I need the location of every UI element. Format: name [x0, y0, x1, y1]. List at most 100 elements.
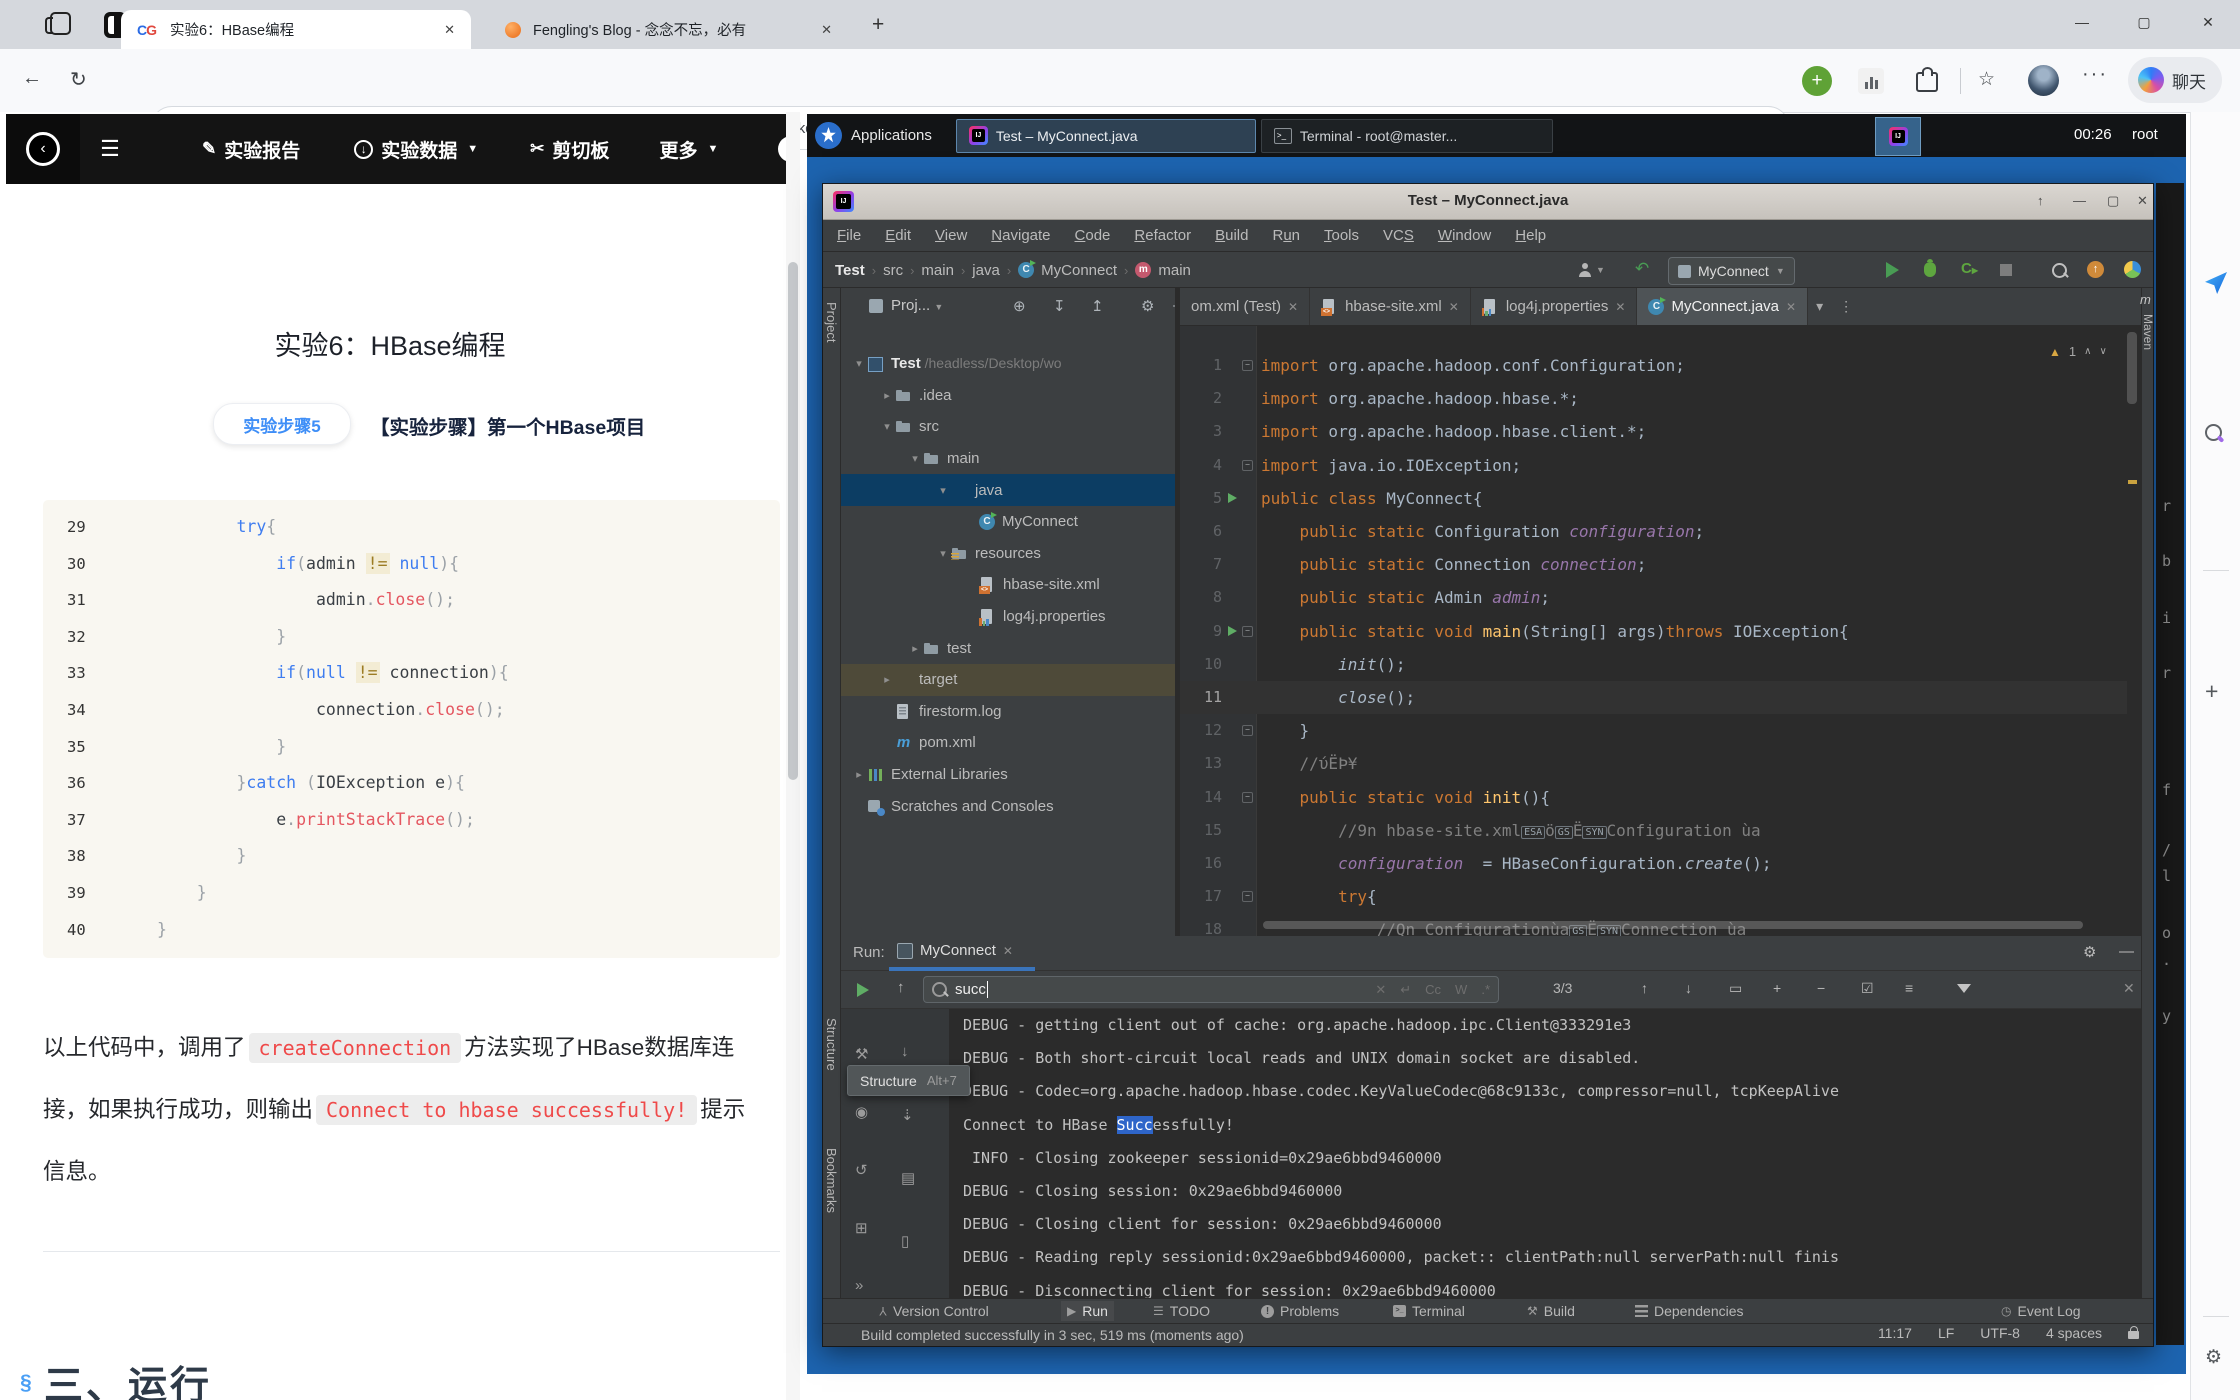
- toolwindow-structure-tab[interactable]: Structure: [824, 1018, 839, 1071]
- sidebar-search-icon[interactable]: [2205, 424, 2222, 441]
- nav-report-button[interactable]: ✎ 实验报告: [202, 136, 300, 163]
- bottom-tab-terminal[interactable]: >_ Terminal: [1387, 1301, 1471, 1321]
- regex-icon[interactable]: .*: [1481, 982, 1490, 997]
- window-close-button[interactable]: ✕: [2178, 0, 2238, 44]
- breadcrumb-item[interactable]: MyConnect: [1041, 262, 1117, 279]
- editor-hscrollbar-thumb[interactable]: [1263, 921, 2083, 929]
- tree-item--idea[interactable]: ▸ .idea: [841, 380, 1175, 412]
- breadcrumb-item[interactable]: main: [1158, 262, 1191, 279]
- breadcrumb-item[interactable]: Test: [835, 262, 865, 279]
- toolwindow-project-tab[interactable]: Project: [824, 302, 839, 342]
- copilot-button[interactable]: 聊天: [2128, 57, 2222, 103]
- menu-window[interactable]: Window: [1438, 227, 1491, 244]
- maven-icon[interactable]: m: [2140, 292, 2151, 307]
- tree-item-scratches-and-consoles[interactable]: Scratches and Consoles: [841, 790, 1175, 822]
- lesson-back-button[interactable]: ‹: [6, 114, 80, 184]
- tree-item-firestorm-log[interactable]: firestorm.log: [841, 696, 1175, 728]
- ide-minimize-button[interactable]: —: [2073, 193, 2086, 208]
- match-case-icon[interactable]: Cc: [1425, 982, 1441, 997]
- code-editor[interactable]: 1− import org.apache.hadoop.conf.Configur…: [1180, 326, 2141, 936]
- nav-more-button[interactable]: 更多 ▼: [659, 136, 718, 163]
- console-tool-icon[interactable]: ⇣: [901, 1106, 914, 1124]
- filter-funnel-icon[interactable]: [1957, 984, 1971, 993]
- readonly-lock-icon[interactable]: [2128, 1326, 2139, 1339]
- tab-close-icon[interactable]: ✕: [1615, 300, 1625, 314]
- fold-icon[interactable]: −: [1242, 459, 1253, 471]
- applications-menu[interactable]: Applications: [851, 127, 932, 144]
- search-clear-icon[interactable]: ✕: [1375, 982, 1386, 998]
- tray-intellij-icon[interactable]: [1875, 117, 1921, 156]
- search-everywhere-icon[interactable]: [2052, 263, 2067, 283]
- taskbar-window-intellij[interactable]: Test – MyConnect.java: [955, 118, 1256, 153]
- run-configuration-select[interactable]: MyConnect ▼: [1668, 257, 1795, 285]
- run-settings-gear-icon[interactable]: ⚙: [2083, 943, 2096, 961]
- breadcrumb-item[interactable]: src: [883, 262, 903, 279]
- add-occurrence-icon[interactable]: +: [1773, 980, 1781, 996]
- fold-icon[interactable]: −: [1242, 625, 1253, 637]
- select-all-occurrences-icon[interactable]: ▭: [1729, 980, 1742, 997]
- bottom-tab-version-control[interactable]: Y Version Control: [873, 1301, 995, 1321]
- tree-item-myconnect[interactable]: C MyConnect: [841, 506, 1175, 538]
- ide-shade-button[interactable]: ↑: [2037, 193, 2044, 208]
- ide-close-button[interactable]: ✕: [2137, 193, 2148, 209]
- run-line-icon[interactable]: [1228, 492, 1237, 503]
- menu-build[interactable]: Build: [1215, 227, 1248, 244]
- fold-icon[interactable]: −: [1242, 791, 1253, 803]
- indent-setting[interactable]: 4 spaces: [2046, 1325, 2102, 1341]
- menu-file[interactable]: File: [837, 227, 861, 244]
- run-button[interactable]: [1886, 262, 1899, 278]
- run-hide-icon[interactable]: —: [2119, 943, 2134, 960]
- search-prev-match-icon[interactable]: ↑: [1641, 980, 1648, 996]
- project-view-select[interactable]: Proj... ▼: [891, 297, 943, 314]
- menu-tools[interactable]: Tools: [1324, 227, 1359, 244]
- menu-vcs[interactable]: VCS: [1383, 227, 1414, 244]
- tree-item-pom-xml[interactable]: m pom.xml: [841, 727, 1175, 759]
- console-output[interactable]: DEBUG - getting client out of cache: org…: [963, 1009, 2133, 1298]
- remove-occurrence-icon[interactable]: −: [1817, 980, 1825, 996]
- menu-run[interactable]: Run: [1272, 227, 1300, 244]
- stop-button[interactable]: [2000, 264, 2012, 276]
- editor-tab-log4j-properties[interactable]: log4j.properties ✕: [1471, 288, 1638, 325]
- editor-tab-hbase-site-xml[interactable]: <> hbase-site.xml ✕: [1310, 288, 1471, 325]
- locate-file-icon[interactable]: ⊕: [1013, 297, 1026, 315]
- profile-avatar[interactable]: [2028, 65, 2059, 96]
- fold-icon[interactable]: −: [1242, 725, 1253, 737]
- fold-icon[interactable]: −: [1242, 360, 1253, 371]
- build-status-message[interactable]: Build completed successfully in 3 sec, 5…: [861, 1327, 1244, 1343]
- tree-item-test[interactable]: ▸ test: [841, 632, 1175, 664]
- multiline-icon[interactable]: ≡: [1905, 980, 1913, 996]
- bottom-tab-dependencies[interactable]: Dependencies: [1629, 1301, 1750, 1321]
- ide-whatsnew-icon[interactable]: [2124, 261, 2141, 278]
- section-anchor-link[interactable]: §: [20, 1371, 32, 1395]
- tabs-dropdown-icon[interactable]: ▾: [1808, 288, 1831, 325]
- line-ending[interactable]: LF: [1938, 1325, 1954, 1341]
- sidebar-app-kite-icon[interactable]: [2205, 272, 2227, 294]
- tab-close-icon[interactable]: ✕: [1449, 300, 1459, 314]
- window-maximize-button[interactable]: ▢: [2114, 0, 2174, 44]
- tree-item-external-libraries[interactable]: ▸ External Libraries: [841, 759, 1175, 791]
- nav-data-button[interactable]: ↓ 实验数据 ▼: [354, 136, 478, 163]
- toolwindow-bookmarks-tab[interactable]: Bookmarks: [824, 1148, 839, 1213]
- settings-more-icon[interactable]: ···: [2082, 63, 2108, 86]
- extension-chart-icon[interactable]: [1858, 68, 1884, 94]
- tab-close-icon[interactable]: ✕: [1786, 300, 1796, 314]
- console-tool-icon[interactable]: ◉: [855, 1103, 868, 1121]
- search-close-icon[interactable]: ✕: [2123, 980, 2135, 997]
- console-tool-icon[interactable]: ▯: [901, 1232, 909, 1250]
- bottom-tab-event-log[interactable]: ◷ Event Log: [1995, 1301, 2087, 1321]
- rerun-button[interactable]: [857, 983, 869, 997]
- nav-clipboard-button[interactable]: ✂ 剪切板: [530, 136, 609, 163]
- update-available-icon[interactable]: ↑: [2087, 261, 2104, 278]
- tab1-close-icon[interactable]: ✕: [444, 22, 455, 38]
- window-minimize-button[interactable]: —: [2052, 0, 2112, 44]
- browser-tab-inactive[interactable]: Fengling's Blog - 念念不忘，必有 ✕: [495, 10, 840, 49]
- breadcrumb-item[interactable]: java: [972, 262, 1000, 279]
- new-tab-button[interactable]: +: [872, 13, 884, 37]
- caret-position[interactable]: 11:17: [1878, 1325, 1912, 1341]
- panel-settings-gear-icon[interactable]: ⚙: [1141, 297, 1154, 315]
- sidebar-add-icon[interactable]: +: [2205, 678, 2218, 705]
- tabs-more-icon[interactable]: ⋮: [1831, 288, 1861, 325]
- menu-navigate[interactable]: Navigate: [991, 227, 1050, 244]
- menu-edit[interactable]: Edit: [885, 227, 911, 244]
- tree-item-test[interactable]: ▾ Test /headless/Desktop/wo: [841, 348, 1175, 380]
